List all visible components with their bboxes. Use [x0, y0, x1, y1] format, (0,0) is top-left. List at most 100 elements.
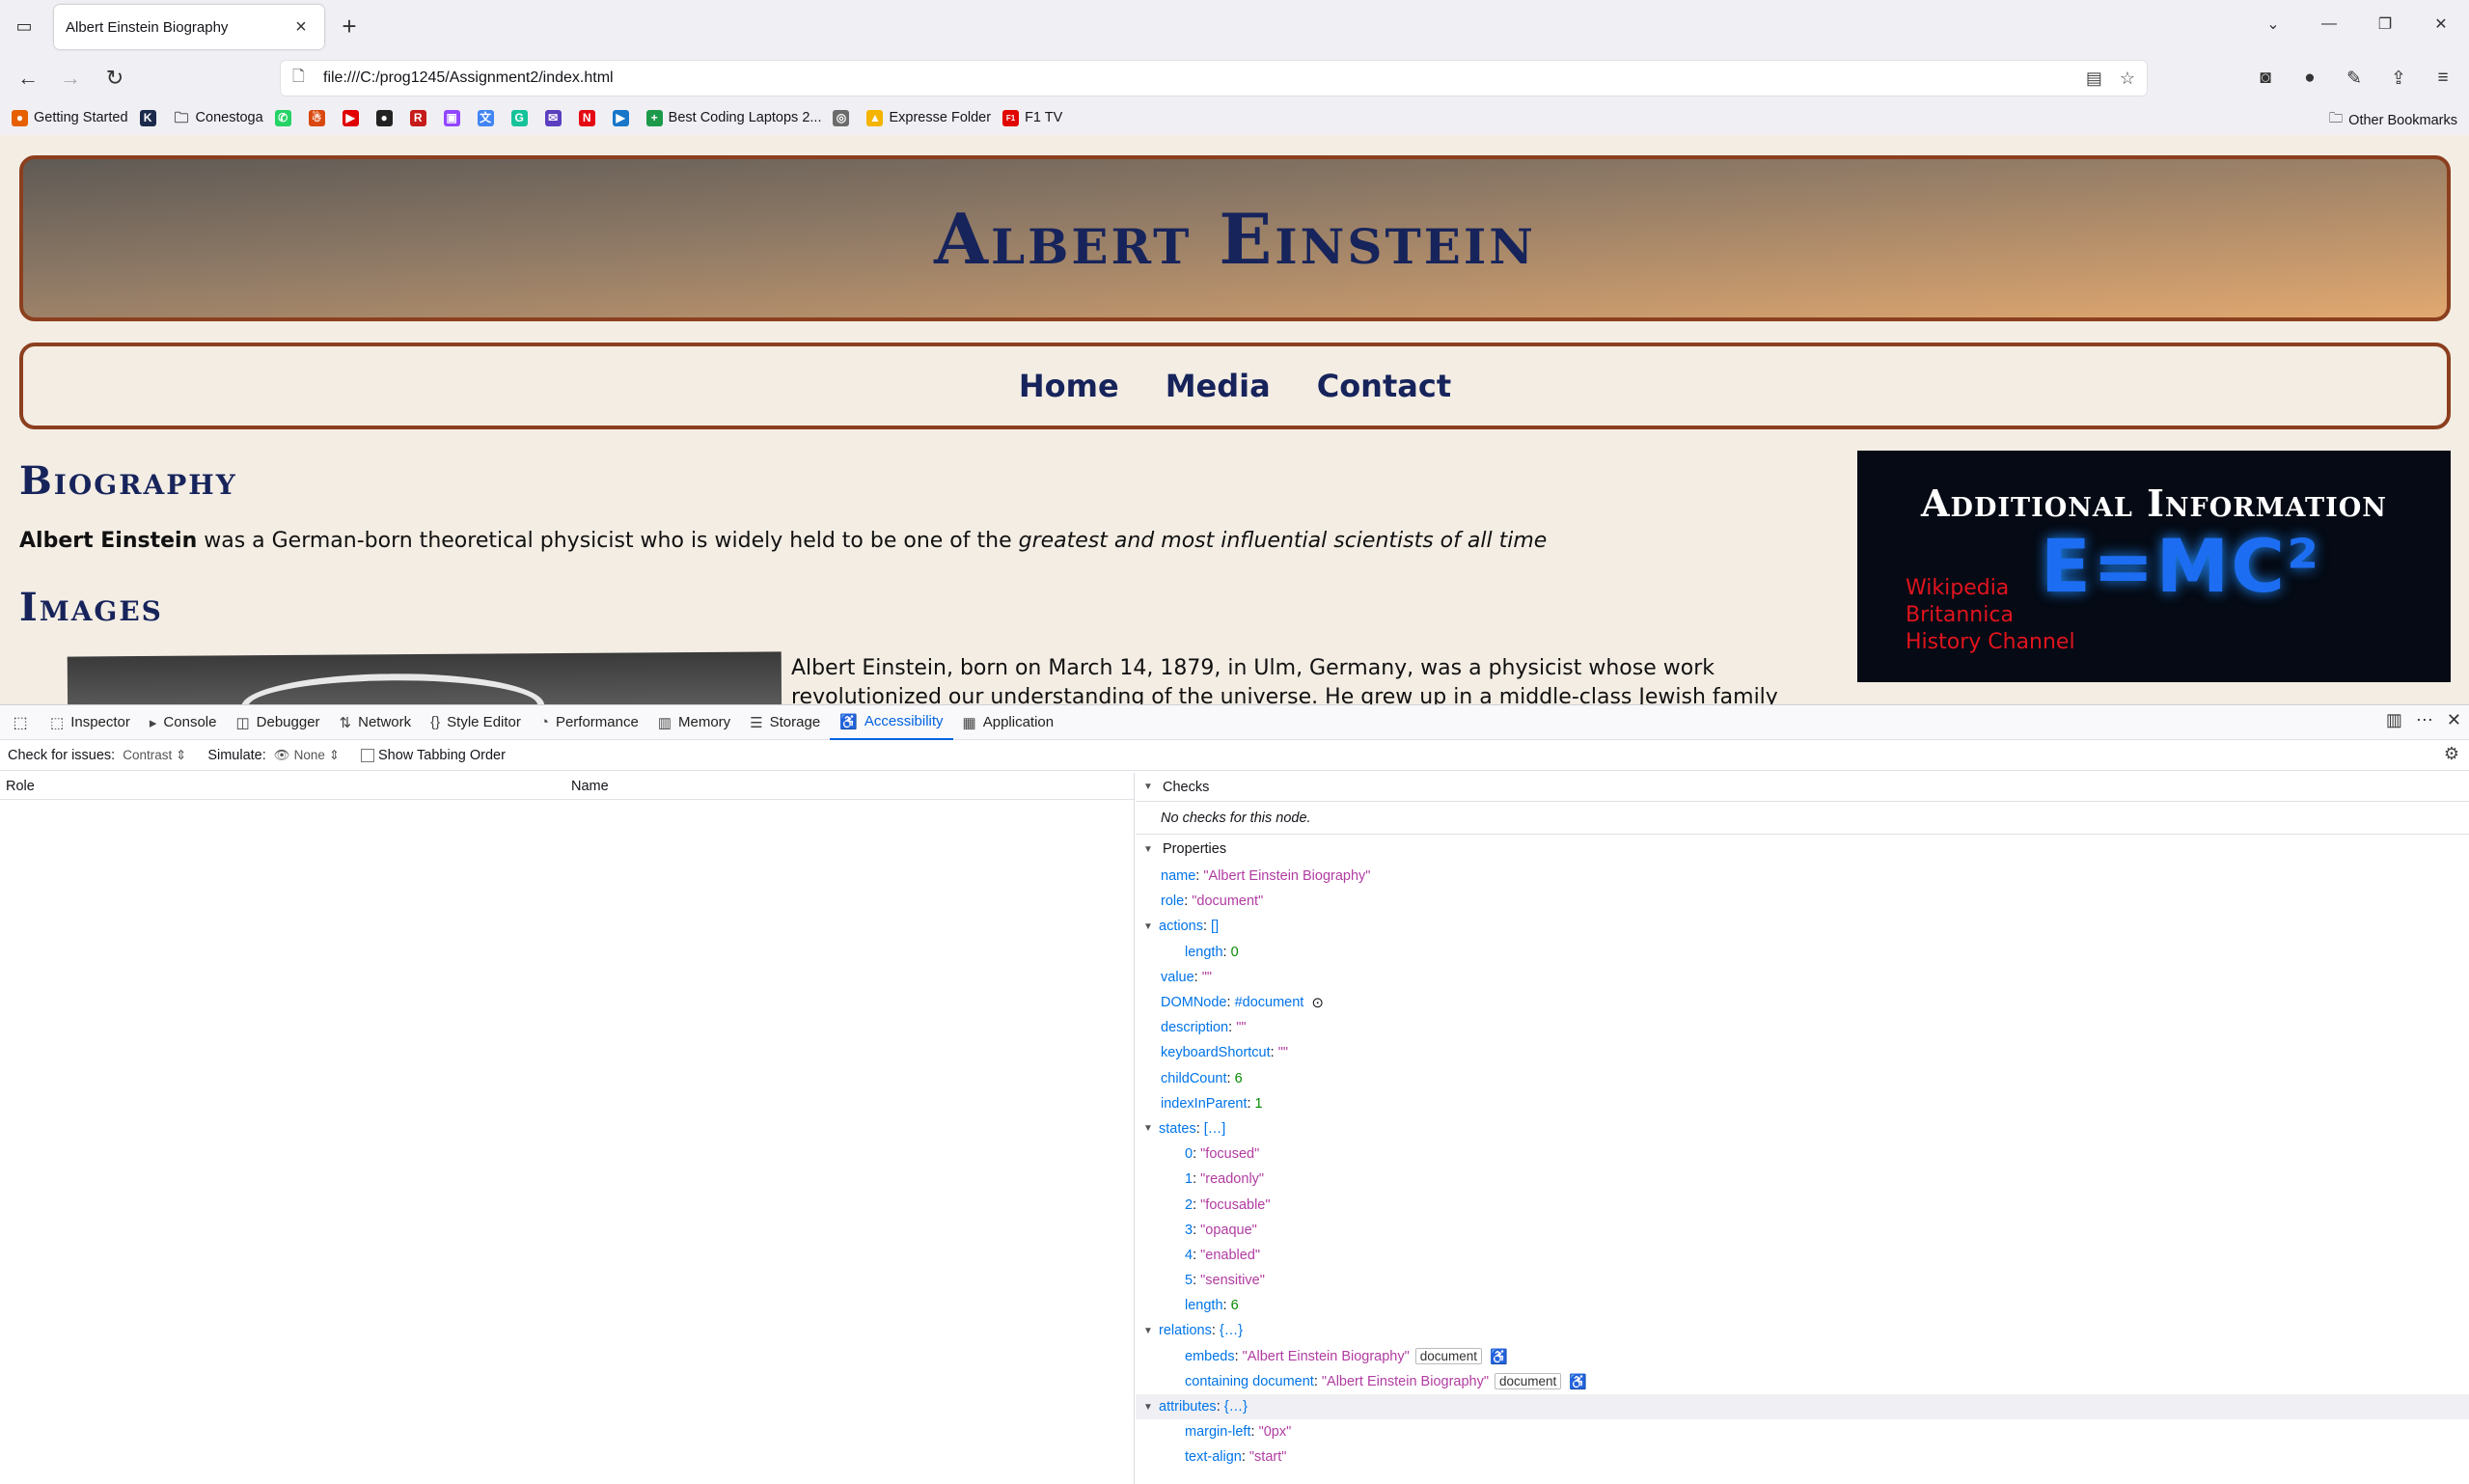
state-item[interactable]: 5: "sensitive": [1136, 1268, 2469, 1293]
dock-icon[interactable]: ▥: [2386, 710, 2402, 730]
prop-domnode[interactable]: DOMNode: #document ⊙: [1136, 990, 2469, 1015]
devtools-tab-accessibility[interactable]: ♿ Accessibility: [830, 705, 953, 740]
prop-actions-length[interactable]: length: 0: [1136, 940, 2469, 965]
prop-relations[interactable]: ▼ relations: {…}: [1136, 1318, 2469, 1343]
inspector-icon: ⬚: [50, 714, 65, 731]
additional-info-title: Additional Information: [1921, 481, 2387, 525]
devtools-tab-debugger[interactable]: ◫ Debugger: [226, 705, 329, 740]
bookmark-item[interactable]: G: [510, 109, 534, 126]
wikipedia-link[interactable]: Wikipedia: [1906, 576, 2075, 600]
states-length[interactable]: length: 6: [1136, 1293, 2469, 1318]
pocket-icon[interactable]: ◙: [2249, 64, 2282, 93]
bookmark-item[interactable]: ✉: [544, 109, 567, 126]
performance-icon: ◔: [539, 714, 549, 730]
forward-icon[interactable]: →: [56, 64, 85, 93]
bookmark-item[interactable]: ▲ Expresse Folder: [866, 109, 991, 126]
bookmark-item[interactable]: ▶: [612, 109, 635, 126]
devtools-tab-performance[interactable]: ◔ Performance: [531, 705, 648, 740]
prop-actions[interactable]: ▼ actions: []: [1136, 914, 2469, 939]
bookmark-item[interactable]: ◎: [833, 109, 855, 126]
bookmark-item[interactable]: ☃: [308, 109, 331, 126]
checks-section-header[interactable]: ▼ Checks: [1136, 773, 2469, 802]
prop-name[interactable]: name: "Albert Einstein Biography": [1136, 864, 2469, 889]
nav-media-link[interactable]: Media: [1166, 368, 1271, 404]
state-item[interactable]: 0: "focused": [1136, 1141, 2469, 1167]
reload-icon[interactable]: ↻: [100, 64, 129, 93]
prop-value: {…}: [1223, 1399, 1248, 1415]
extensions-icon[interactable]: ✎: [2338, 64, 2371, 93]
new-tab-icon[interactable]: +: [334, 12, 365, 41]
menu-icon[interactable]: ≡: [2427, 64, 2459, 93]
devtools-tab-label: Storage: [769, 714, 821, 730]
prop-attributes[interactable]: ▼ attributes: {…}: [1136, 1393, 2469, 1420]
bookmark-item[interactable]: ●: [375, 109, 398, 126]
bookmark-icon-figure: ☃: [308, 109, 325, 126]
more-options-icon[interactable]: ⋯: [2416, 710, 2433, 730]
restore-icon[interactable]: ❐: [2357, 0, 2413, 48]
back-icon[interactable]: ←: [14, 64, 42, 93]
bookmark-item[interactable]: N: [578, 109, 601, 126]
nav-contact-link[interactable]: Contact: [1317, 368, 1451, 404]
state-item[interactable]: 2: "focusable": [1136, 1192, 2469, 1217]
tabbing-order-toggle[interactable]: Show Tabbing Order: [361, 748, 506, 763]
state-item[interactable]: 4: "enabled": [1136, 1243, 2469, 1268]
nav-home-link[interactable]: Home: [1019, 368, 1119, 404]
account-icon[interactable]: ●: [2293, 64, 2326, 93]
chevron-down-icon[interactable]: ⌄: [2245, 0, 2301, 48]
bookmark-item[interactable]: ▶: [342, 109, 365, 126]
url-text[interactable]: file:///C:/prog1245/Assignment2/index.ht…: [323, 69, 2086, 87]
prop-keyboard-shortcut[interactable]: keyboardShortcut: "": [1136, 1040, 2469, 1065]
bookmark-item[interactable]: ● Getting Started: [12, 109, 128, 126]
play-icon: ▶: [612, 109, 629, 126]
bookmark-item[interactable]: K: [139, 109, 162, 126]
accessibility-icon[interactable]: ♿: [1569, 1373, 1587, 1390]
browser-tab[interactable]: Albert Einstein Biography ×: [54, 5, 324, 49]
history-channel-link[interactable]: History Channel: [1906, 630, 2075, 654]
devtools-tab-memory[interactable]: ▥ Memory: [648, 705, 740, 740]
tabbing-order-checkbox[interactable]: [361, 748, 374, 762]
properties-section-header[interactable]: ▼ Properties: [1136, 835, 2469, 864]
tab-list-icon[interactable]: ▭: [10, 14, 39, 39]
attr-margin-left[interactable]: margin-left: "0px": [1136, 1419, 2469, 1444]
relation-containing-document[interactable]: containing document: "Albert Einstein Bi…: [1136, 1369, 2469, 1394]
attr-text-align[interactable]: text-align: "start": [1136, 1444, 2469, 1470]
prop-description[interactable]: description: "": [1136, 1015, 2469, 1040]
element-picker-icon[interactable]: ⬚: [8, 710, 33, 735]
bookmark-item[interactable]: + Best Coding Laptops 2...: [645, 109, 821, 126]
state-item[interactable]: 3: "opaque": [1136, 1218, 2469, 1243]
bookmark-item[interactable]: ▣: [443, 109, 466, 126]
prop-role[interactable]: role: "document": [1136, 889, 2469, 914]
other-bookmarks[interactable]: 🗀 Other Bookmarks: [2329, 108, 2457, 132]
prop-states[interactable]: ▼ states: […]: [1136, 1116, 2469, 1141]
url-bar[interactable]: 🗋 file:///C:/prog1245/Assignment2/index.…: [280, 60, 2148, 96]
state-item[interactable]: 1: "readonly": [1136, 1167, 2469, 1192]
accessibility-icon[interactable]: ♿: [1490, 1348, 1508, 1365]
devtools-tab-application[interactable]: ▦ Application: [953, 705, 1064, 740]
share-icon[interactable]: ⇪: [2382, 64, 2415, 93]
reader-view-icon[interactable]: ▤: [2086, 69, 2102, 89]
close-tab-icon[interactable]: ×: [289, 16, 313, 39]
bookmark-item[interactable]: F1 F1 TV: [1002, 109, 1062, 126]
simulate-select[interactable]: 👁 None ⇕: [274, 748, 340, 763]
bookmark-item[interactable]: 文: [477, 109, 500, 126]
bookmark-item[interactable]: ✆: [274, 109, 297, 126]
bookmark-star-icon[interactable]: ☆: [2120, 69, 2135, 89]
minimize-icon[interactable]: —: [2301, 0, 2357, 48]
devtools-tab-network[interactable]: ⇅ Network: [330, 705, 422, 740]
prop-value[interactable]: value: "": [1136, 965, 2469, 990]
close-window-icon[interactable]: ✕: [2413, 0, 2469, 48]
bookmark-item[interactable]: 🗀 Conestoga: [174, 110, 263, 126]
devtools-tab-console[interactable]: ▸ Console: [140, 705, 227, 740]
devtools-tab-storage[interactable]: ☰ Storage: [740, 705, 830, 740]
target-icon[interactable]: ⊙: [1311, 994, 1324, 1011]
relation-embeds[interactable]: embeds: "Albert Einstein Biography" docum…: [1136, 1344, 2469, 1369]
prop-child-count[interactable]: childCount: 6: [1136, 1066, 2469, 1091]
prop-index-in-parent[interactable]: indexInParent: 1: [1136, 1091, 2469, 1116]
bookmark-item[interactable]: R: [409, 109, 432, 126]
britannica-link[interactable]: Britannica: [1906, 603, 2075, 627]
devtools-tab-inspector[interactable]: ⬚ Inspector: [41, 705, 140, 740]
devtools-tab-style-editor[interactable]: {} Style Editor: [421, 705, 531, 740]
close-devtools-icon[interactable]: ✕: [2447, 710, 2461, 730]
check-issues-select[interactable]: Contrast ⇕: [123, 748, 186, 763]
settings-gear-icon[interactable]: ⚙: [2444, 744, 2459, 764]
